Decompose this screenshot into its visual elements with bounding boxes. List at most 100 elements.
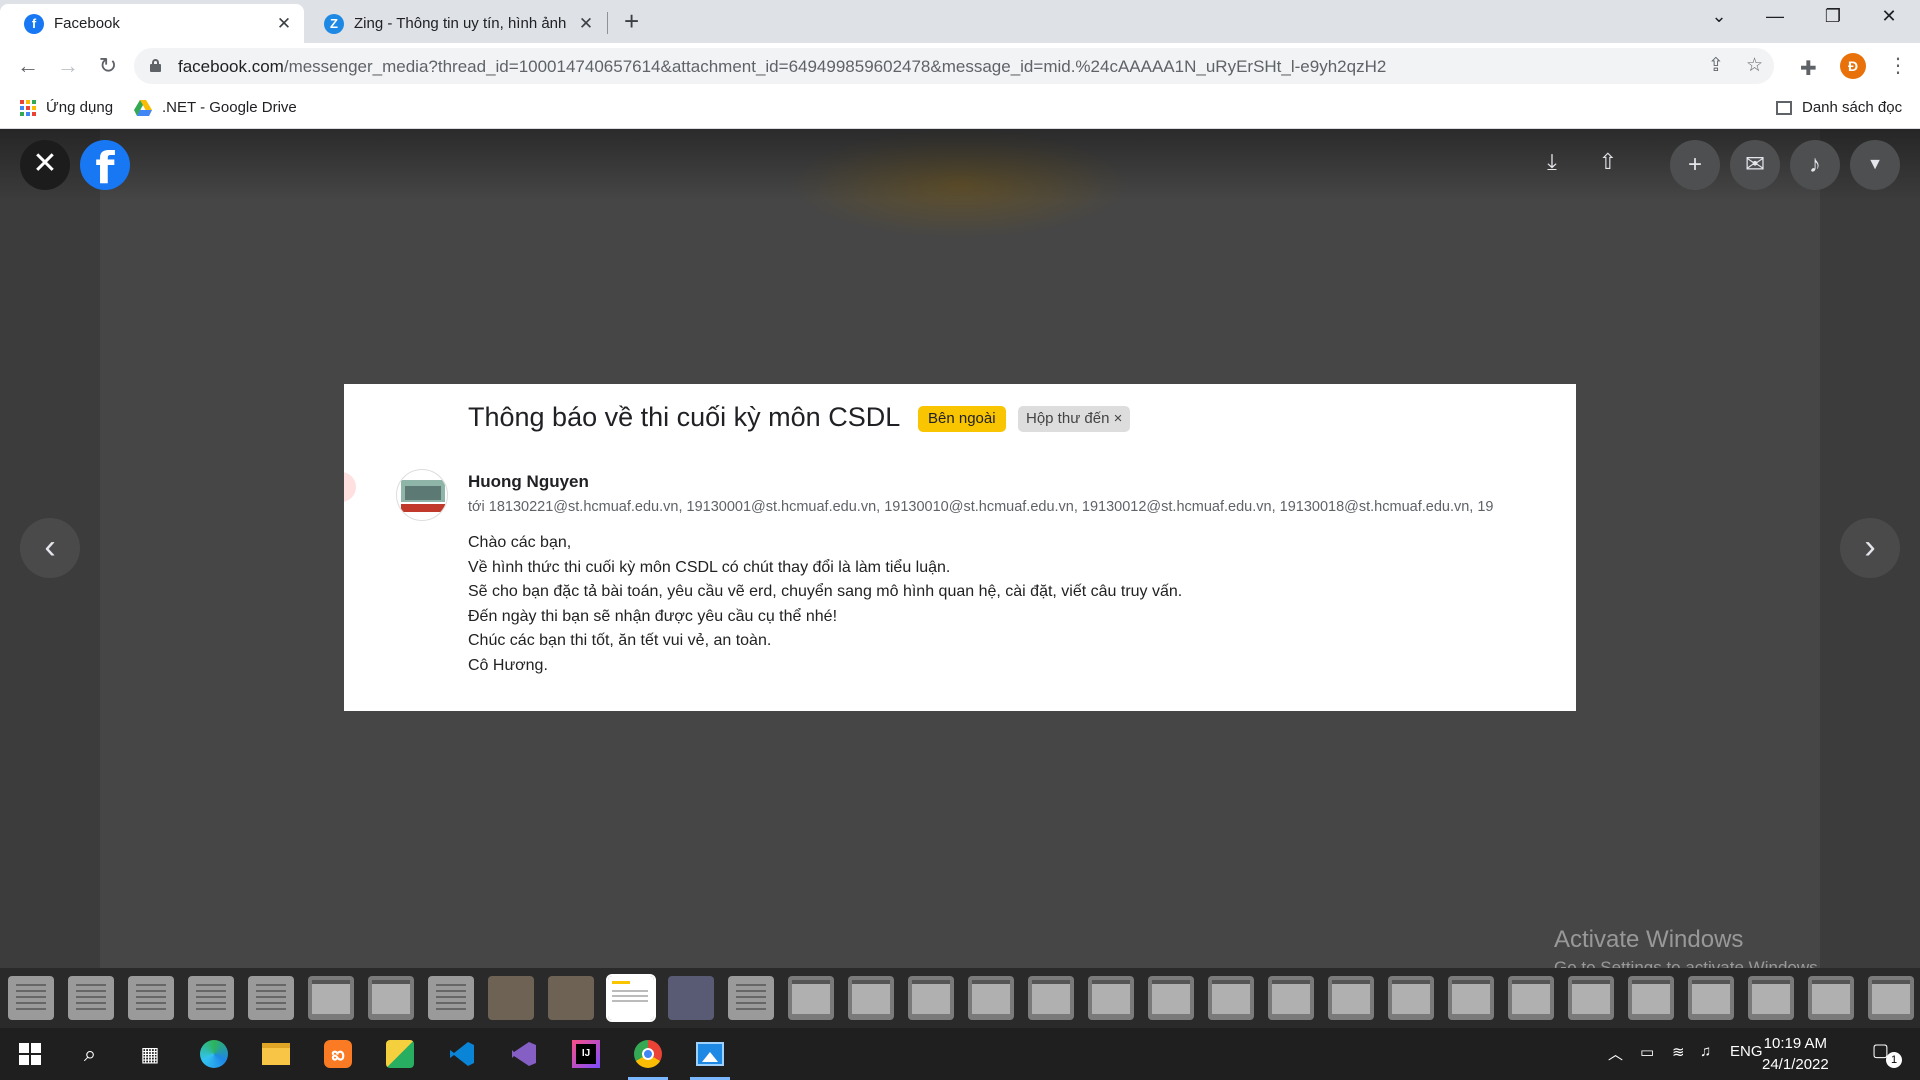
close-viewer-button[interactable]: ✕ [20,140,70,190]
visual-studio-icon[interactable] [504,1037,544,1071]
thumbnail[interactable] [728,976,774,1020]
close-window-button[interactable]: ✕ [1866,6,1912,27]
wifi-icon[interactable]: ≋ [1672,1043,1685,1061]
address-bar[interactable]: facebook.com/messenger_media?thread_id=1… [134,48,1774,84]
file-explorer-icon[interactable] [256,1037,296,1071]
share-upload-icon[interactable]: ⇧ [1592,149,1624,175]
thumbnail[interactable] [848,976,894,1020]
minimize-button[interactable]: — [1752,6,1798,27]
thumbnail[interactable] [368,976,414,1020]
previous-photo-button[interactable]: ‹ [20,518,80,578]
thumbnail[interactable] [1508,976,1554,1020]
profile-avatar[interactable]: Đ [1840,53,1866,79]
tab-close-icon[interactable]: ✕ [576,14,596,34]
maximize-button[interactable]: ❐ [1810,6,1856,27]
thumbnail[interactable] [1808,976,1854,1020]
body-line: Đến ngày thi bạn sẽ nhận được yêu cầu cụ… [468,607,838,625]
thumbnail[interactable] [1628,976,1674,1020]
tab-title: Zing - Thông tin uy tín, hình ảnh [354,15,567,32]
thumbnail[interactable] [1088,976,1134,1020]
thumbnail[interactable] [1688,976,1734,1020]
tab-strip: f Facebook ✕ Z Zing - Thông tin uy tín, … [0,0,1920,43]
notifications-bell-icon[interactable]: ♪ [1790,140,1840,190]
bookmark-apps[interactable]: Ứng dụng [20,99,113,116]
clock-time: 10:19 AM [1763,1035,1828,1052]
new-tab-button[interactable]: + [624,8,639,34]
jetbrains-ide-icon[interactable]: IJ [566,1037,606,1071]
thumbnail[interactable] [1268,976,1314,1020]
clock[interactable]: 10:19 AM 24/1/2022 [1762,1033,1829,1075]
back-arrow-icon[interactable]: ← [14,52,42,80]
thumbnail[interactable] [8,976,54,1020]
thumbnail[interactable] [128,976,174,1020]
next-photo-button[interactable]: › [1840,518,1900,578]
thumbnail[interactable] [1748,976,1794,1020]
external-label-chip: Bên ngoài [918,406,1006,432]
volume-icon[interactable]: ♫ [1700,1043,1711,1060]
notification-count: 1 [1886,1052,1902,1068]
thumbnail[interactable] [488,976,534,1020]
reload-icon[interactable]: ↻ [94,52,122,80]
thumbnail[interactable] [908,976,954,1020]
thumbnail[interactable] [188,976,234,1020]
bookmark-google-drive[interactable]: .NET - Google Drive [134,99,297,116]
thumbnail[interactable] [1028,976,1074,1020]
body-line: Cô Hương. [468,656,548,674]
thumbnail[interactable] [668,976,714,1020]
sender-name: Huong Nguyen [468,472,589,491]
tab-search-icon[interactable]: ⌄ [1696,6,1742,27]
task-view-icon[interactable]: ▦ [130,1037,170,1071]
language-indicator[interactable]: ENG [1730,1043,1763,1060]
thumbnail-current[interactable] [606,974,656,1022]
edge-browser-icon[interactable] [194,1037,234,1071]
thumbnail[interactable] [968,976,1014,1020]
battery-icon[interactable]: ▭ [1640,1043,1654,1061]
tab-zing[interactable]: Z Zing - Thông tin uy tín, hình ảnh ✕ [300,4,606,43]
tab-title: Facebook [54,15,120,32]
bookmark-label: Ứng dụng [46,99,114,116]
show-hidden-icons-chevron-icon[interactable]: ︿ [1608,1043,1623,1064]
thumbnail[interactable] [788,976,834,1020]
sourcetree-icon[interactable] [380,1037,420,1071]
forward-arrow-icon[interactable]: → [54,52,82,80]
thumbnail[interactable] [1148,976,1194,1020]
download-icon[interactable]: ⤓ [1536,149,1568,175]
tab-close-icon[interactable]: ✕ [274,14,294,34]
thumbnail[interactable] [1568,976,1614,1020]
browser-menu-icon[interactable]: ⋮ [1888,53,1908,78]
windows-taskbar: ⌕ ▦ ఐ IJ ︿ ▭ ≋ ♫ ENG 10:19 AM 24/1/2022 … [0,1028,1920,1080]
thumbnail[interactable] [1388,976,1434,1020]
reading-list-button[interactable]: Danh sách đọc [1776,99,1902,116]
apps-grid-icon [20,99,36,116]
photos-app-icon[interactable] [690,1037,730,1080]
notification-center-icon[interactable]: ▢ 1 [1872,1040,1902,1068]
vscode-icon[interactable] [442,1037,482,1071]
lock-icon[interactable] [150,59,161,72]
thumbnail[interactable] [248,976,294,1020]
start-button[interactable] [10,1037,50,1071]
tab-facebook[interactable]: f Facebook ✕ [0,4,304,43]
chrome-icon[interactable] [628,1037,668,1080]
thumbnail[interactable] [548,976,594,1020]
create-plus-button[interactable]: + [1670,140,1720,190]
thumbnail[interactable] [1328,976,1374,1020]
viewer-top-bar: ✕ f ⤓ ⇧ + ✉ ♪ ▼ [0,129,1920,201]
thumbnail[interactable] [1868,976,1914,1020]
thumbnail[interactable] [1448,976,1494,1020]
windows-logo-icon [19,1043,41,1065]
thumbnail[interactable] [1208,976,1254,1020]
messenger-icon[interactable]: ✉ [1730,140,1780,190]
extensions-puzzle-icon[interactable]: ✚ [1800,56,1817,81]
url-text[interactable]: facebook.com/messenger_media?thread_id=1… [178,57,1386,77]
email-body: Chào các bạn, Về hình thức thi cuối kỳ m… [468,531,1182,678]
bookmark-star-icon[interactable]: ☆ [1746,54,1763,77]
search-icon[interactable]: ⌕ [70,1037,110,1071]
share-icon[interactable]: ⇪ [1708,54,1724,77]
facebook-logo-icon[interactable]: f [80,140,130,190]
thumbnail[interactable] [308,976,354,1020]
thumbnail[interactable] [428,976,474,1020]
messenger-media-viewer: ✕ f ⤓ ⇧ + ✉ ♪ ▼ ‹ › Thông báo về thi cuố… [0,129,1920,1028]
thumbnail[interactable] [68,976,114,1020]
account-menu-chevron-icon[interactable]: ▼ [1850,140,1900,190]
xampp-icon[interactable]: ఐ [318,1037,358,1071]
